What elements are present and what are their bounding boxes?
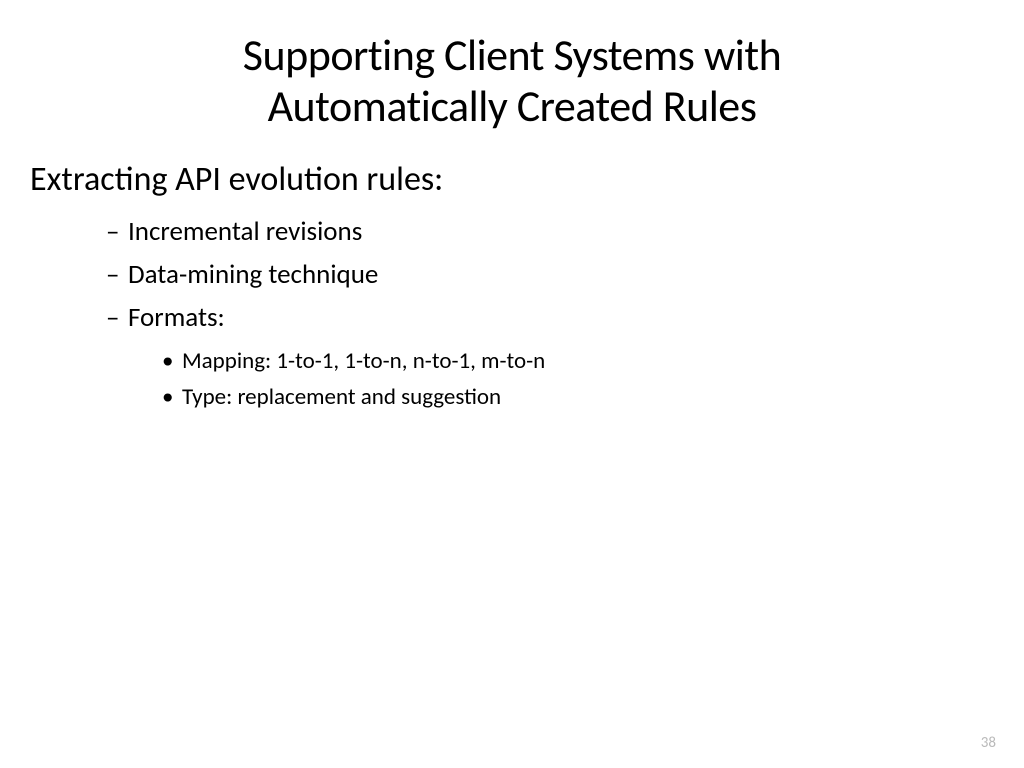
- slide-subtitle: Extracting API evolution rules:: [30, 159, 974, 200]
- title-line-1: Supporting Client Systems with: [243, 28, 781, 82]
- page-number: 38: [981, 734, 996, 752]
- title-line-2: Automatically Created Rules: [268, 79, 757, 133]
- list-item-text: Mapping: 1-to-1, 1-to-n, n-to-1, m-to-n: [182, 347, 545, 375]
- list-item-text: Incremental revisions: [128, 215, 362, 248]
- list-item: Type: replacement and suggestion: [162, 380, 974, 415]
- slide-container: Supporting Client Systems with Automatic…: [0, 0, 1024, 768]
- bullet-list-level1: Incremental revisions Data-mining techni…: [106, 212, 974, 414]
- list-item-text: Type: replacement and suggestion: [182, 383, 501, 411]
- list-item: Data-mining technique: [106, 255, 974, 294]
- slide-title: Supporting Client Systems with Automatic…: [50, 30, 974, 131]
- list-item: Incremental revisions: [106, 212, 974, 251]
- list-item-text: Data-mining technique: [128, 258, 378, 291]
- list-item-text: Formats:: [128, 301, 225, 334]
- list-item: Mapping: 1-to-1, 1-to-n, n-to-1, m-to-n: [162, 344, 974, 379]
- bullet-list-level2: Mapping: 1-to-1, 1-to-n, n-to-1, m-to-n …: [162, 344, 974, 415]
- list-item: Formats: Mapping: 1-to-1, 1-to-n, n-to-1…: [106, 298, 974, 414]
